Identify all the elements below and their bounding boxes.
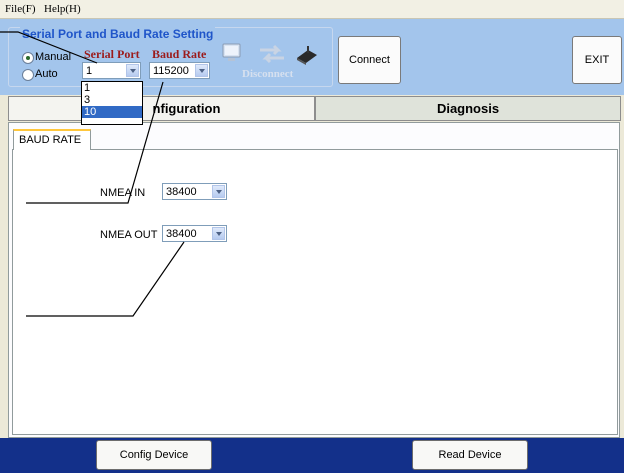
- callout-baud-rate: [26, 81, 164, 204]
- callout-nmea-out: [26, 241, 185, 317]
- callout-lines: [0, 31, 185, 317]
- callout-serial-port: [0, 31, 98, 64]
